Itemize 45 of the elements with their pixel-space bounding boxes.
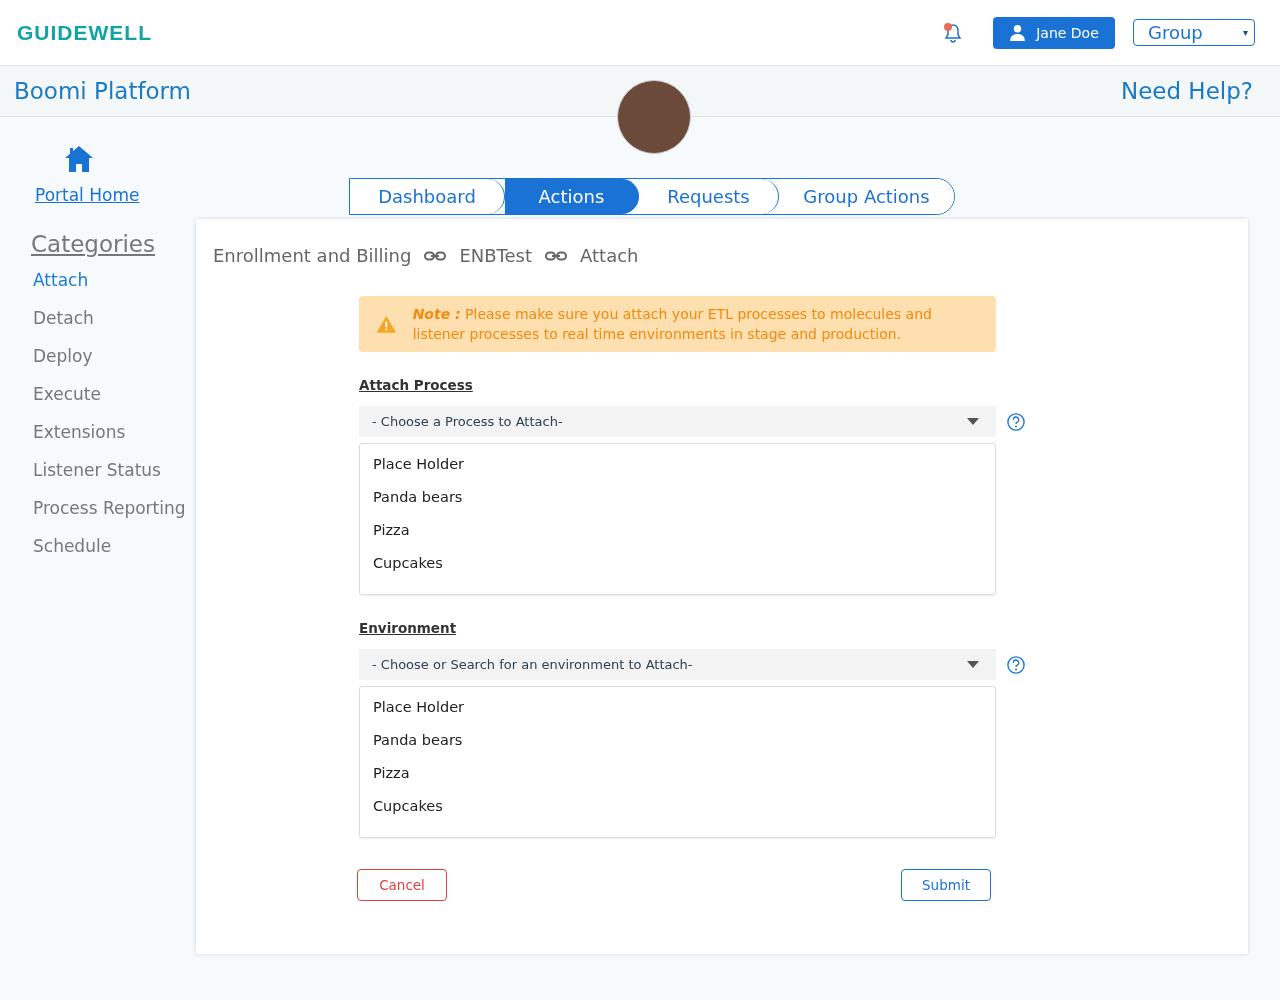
dropdown-option[interactable]: Pizza <box>373 765 982 798</box>
categories-heading: Categories <box>31 231 156 257</box>
dropdown-option[interactable]: Cupcakes <box>373 798 982 831</box>
platform-title: Boomi Platform <box>14 78 192 104</box>
help-link[interactable]: Need Help? <box>1120 78 1253 104</box>
group-select[interactable]: Group ▾ <box>1133 19 1255 46</box>
caret-icon <box>967 661 979 668</box>
logo: GUIDEWELL <box>17 20 152 45</box>
portal-home-link[interactable]: Portal Home <box>35 185 196 205</box>
submit-button[interactable]: Submit <box>901 869 991 901</box>
dropdown-field[interactable]: - Choose or Search for an environment to Attach- <box>359 649 996 680</box>
breadcrumb-link[interactable]: Enrollment and Billing <box>213 245 412 266</box>
dropdown-option[interactable]: Place Holder <box>373 699 982 732</box>
help-icon[interactable] <box>1007 654 1025 675</box>
dropdown-field[interactable]: - Choose a Process to Attach- <box>359 406 996 437</box>
note-text: Note : Please make sure you attach your ETL processes to molecules and listener processes to real time environments in stage and production. <box>412 305 933 344</box>
category-link[interactable]: Deploy <box>33 345 196 383</box>
link-icon <box>424 250 447 261</box>
category-link[interactable]: Schedule <box>33 535 196 573</box>
home-icon[interactable] <box>64 145 94 173</box>
nav-tab[interactable]: Actions <box>505 179 639 214</box>
category-link[interactable]: Execute <box>33 383 196 421</box>
help-icon[interactable] <box>1007 411 1025 432</box>
category-link[interactable]: Process Reporting <box>33 497 196 535</box>
field-label: Environment <box>359 620 458 636</box>
dropdown-option[interactable]: Pizza <box>373 522 982 555</box>
dropdown-option[interactable]: Place Holder <box>373 456 982 489</box>
link-icon <box>545 250 567 261</box>
user-icon <box>1009 24 1027 41</box>
dropdown-option[interactable]: Panda bears <box>373 732 982 765</box>
category-link[interactable]: Attach <box>33 269 196 307</box>
caret-icon <box>967 418 979 425</box>
cancel-button[interactable]: Cancel <box>357 869 447 901</box>
user-button[interactable]: Jane Doe <box>993 16 1115 49</box>
breadcrumb-link[interactable]: ENBTest <box>459 245 532 266</box>
field-label: Attach Process <box>359 377 474 393</box>
dropdown-option[interactable]: Panda bears <box>373 489 982 522</box>
nav-tab[interactable]: Dashboard <box>350 179 505 214</box>
category-link[interactable]: Detach <box>33 307 196 345</box>
breadcrumb-link[interactable]: Attach <box>580 245 639 266</box>
nav-tab[interactable]: Group Actions <box>779 179 954 214</box>
dropdown-option[interactable]: Cupcakes <box>373 555 982 588</box>
nav-tab[interactable]: Requests <box>639 179 779 214</box>
category-link[interactable]: Listener Status <box>33 459 196 497</box>
category-link[interactable]: Extensions <box>33 421 196 459</box>
